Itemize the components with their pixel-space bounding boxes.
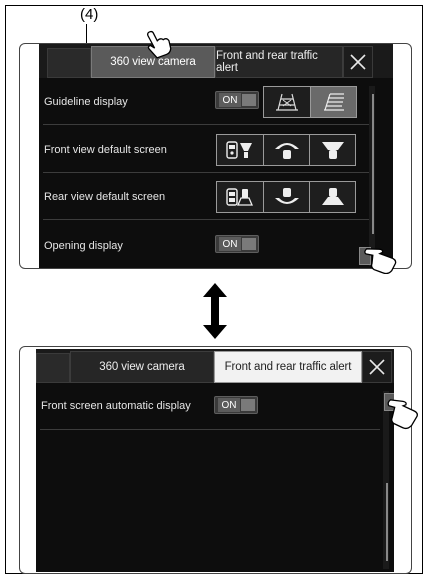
scrollbar-thumb[interactable]	[372, 94, 374, 234]
toggle-knob	[241, 399, 255, 411]
toggle-knob	[242, 94, 256, 106]
guideline-perspective-option[interactable]	[264, 87, 310, 117]
front-view-default-screen-label: Front view default screen	[44, 144, 167, 156]
tab-blank	[47, 48, 91, 78]
front-screen-automatic-display-label: Front screen automatic display	[41, 400, 191, 412]
hand-pointer-icon	[387, 399, 418, 430]
front-top-view-icon	[274, 143, 299, 159]
hand-pointer-icon	[364, 248, 397, 274]
double-arrow-icon	[203, 283, 227, 339]
rear-top-view-icon	[274, 188, 299, 204]
row-separator	[43, 219, 369, 220]
front-split-view-option[interactable]	[217, 135, 263, 165]
rear-view-default-screen-label: Rear view default screen	[44, 191, 166, 203]
guideline-flat-option[interactable]	[310, 87, 356, 117]
bottom-tab-bar: 360 view camera Front and rear traffic a…	[36, 349, 394, 383]
close-button[interactable]	[362, 351, 392, 383]
close-button[interactable]	[343, 46, 373, 78]
rear-wide-view-option[interactable]	[309, 182, 355, 212]
row-separator	[43, 124, 369, 125]
hand-pointer-icon	[147, 30, 172, 59]
row-separator	[40, 429, 380, 430]
guideline-option-group	[263, 86, 357, 118]
rear-split-view-icon	[226, 188, 253, 206]
guideline-display-label: Guideline display	[44, 96, 128, 108]
toggle-knob	[242, 238, 256, 250]
tab-front-rear-traffic-alert[interactable]: Front and rear traffic alert	[214, 351, 362, 383]
callout-label: (4)	[80, 6, 99, 23]
toggle-on-label: ON	[219, 93, 241, 107]
scrollbar-thumb[interactable]	[386, 483, 388, 561]
top-tab-bar: 360 view camera Front and rear traffic a…	[39, 44, 393, 78]
front-view-option-group	[216, 134, 356, 166]
toggle-on-label: ON	[219, 237, 241, 251]
rear-top-view-option[interactable]	[263, 182, 309, 212]
front-split-view-icon	[226, 141, 252, 159]
tab-front-rear-traffic-alert[interactable]: Front and rear traffic alert	[215, 46, 343, 78]
front-wide-view-icon	[321, 142, 344, 159]
front-top-view-option[interactable]	[263, 135, 309, 165]
guideline-perspective-icon	[276, 93, 298, 111]
tab-blank	[36, 353, 70, 383]
rear-split-view-option[interactable]	[217, 182, 263, 212]
guideline-display-toggle[interactable]: ON	[215, 91, 259, 109]
rear-wide-view-icon	[321, 188, 344, 205]
close-icon	[369, 359, 385, 375]
bottom-settings-screen: 360 view camera Front and rear traffic a…	[36, 349, 394, 572]
front-wide-view-option[interactable]	[309, 135, 355, 165]
toggle-on-label: ON	[218, 398, 240, 412]
close-icon	[350, 54, 366, 70]
opening-display-toggle[interactable]: ON	[215, 235, 259, 253]
row-separator	[43, 172, 369, 173]
rear-view-option-group	[216, 181, 356, 213]
opening-display-label: Opening display	[44, 240, 123, 252]
top-scrollbar[interactable]	[369, 86, 375, 266]
front-screen-automatic-display-toggle[interactable]: ON	[214, 396, 258, 414]
guideline-flat-icon	[323, 93, 344, 111]
tab-360-view-camera[interactable]: 360 view camera	[70, 351, 214, 383]
top-settings-screen: 360 view camera Front and rear traffic a…	[39, 44, 393, 268]
